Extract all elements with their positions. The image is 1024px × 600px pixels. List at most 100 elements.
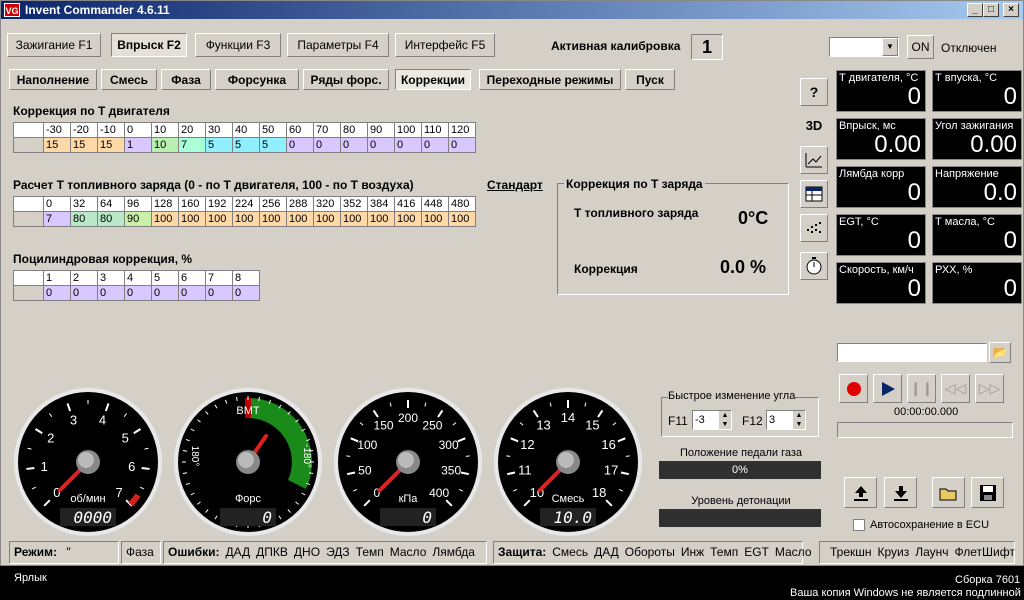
value-cell[interactable]: 100	[367, 211, 395, 227]
dots-icon[interactable]	[800, 214, 828, 242]
subtab-phase[interactable]: Фаза	[161, 69, 211, 90]
header-cell: 6	[178, 270, 206, 286]
value-cell[interactable]: 0	[313, 137, 341, 153]
chart-icon[interactable]	[800, 146, 828, 174]
fuel-charge-table[interactable]: 0 32 64 96 128 160 192 224 256 288 320 352 384 416 448…	[13, 196, 476, 227]
header-cell: 20	[178, 122, 206, 138]
stopwatch-icon[interactable]	[800, 252, 828, 280]
value-cell[interactable]: 0	[97, 285, 125, 301]
close-button[interactable]: ×	[1003, 3, 1019, 17]
spinner-arrows-icon[interactable]: ▲ ▼	[719, 411, 731, 429]
value-cell[interactable]: 80	[97, 211, 125, 227]
3d-button[interactable]: 3D	[800, 112, 828, 140]
value-cell[interactable]: 0	[70, 285, 98, 301]
value-cell[interactable]: 0	[448, 137, 476, 153]
value-cell[interactable]: 100	[340, 211, 368, 227]
record-button[interactable]	[839, 374, 868, 403]
open-folder-icon[interactable]: 📂	[989, 342, 1011, 363]
cylinder-correction-table[interactable]: 1234567800000000	[13, 270, 260, 301]
fuel-charge-title: Расчет Т топливного заряда (0 - по Т дви…	[13, 178, 414, 192]
taskbar-shortcut[interactable]: Ярлык	[14, 572, 47, 584]
value-cell[interactable]: 0	[421, 137, 449, 153]
value-cell[interactable]: 80	[70, 211, 98, 227]
value-cell[interactable]: 0	[151, 285, 179, 301]
value-cell[interactable]: 0	[286, 137, 314, 153]
log-file-input[interactable]	[837, 343, 987, 362]
maximize-button[interactable]: □	[983, 3, 999, 17]
value-cell[interactable]: 0	[43, 285, 71, 301]
value-cell[interactable]: 0	[124, 285, 152, 301]
rewind-button[interactable]: ◁◁	[941, 374, 970, 403]
value-cell[interactable]: 100	[151, 211, 179, 227]
value-cell[interactable]: 5	[259, 137, 287, 153]
status-item: Обороты	[624, 545, 675, 559]
value-cell[interactable]: 15	[43, 137, 71, 153]
subtab-start[interactable]: Пуск	[625, 69, 675, 90]
value-cell[interactable]: 100	[232, 211, 260, 227]
app-icon: VG	[4, 3, 20, 17]
value-cell[interactable]: 0	[178, 285, 206, 301]
value-cell[interactable]: 15	[70, 137, 98, 153]
f11-spinner[interactable]: -3 ▲ ▼	[692, 410, 732, 430]
download-icon[interactable]	[884, 477, 917, 508]
value-cell[interactable]: 0	[232, 285, 260, 301]
subtab-injector-rows[interactable]: Ряды форс.	[303, 69, 389, 90]
value-cell[interactable]: 5	[205, 137, 233, 153]
player-progress[interactable]	[837, 422, 1013, 438]
gauge-unit: кПа	[399, 493, 419, 505]
engine-temp-correction-table[interactable]: -30 -20 -10 0 10 20 30 40 50 60 70 80 90 100 110 120 15 1…	[13, 122, 476, 153]
chevron-down-icon[interactable]: ▼	[882, 38, 898, 56]
value-cell[interactable]: 0	[394, 137, 422, 153]
autosave-checkbox[interactable]	[853, 519, 865, 531]
value-cell[interactable]: 1	[124, 137, 152, 153]
active-calibration-value[interactable]: 1	[691, 34, 723, 60]
subtab-mixture[interactable]: Смесь	[101, 69, 157, 90]
tab-functions[interactable]: Функции F3	[195, 33, 281, 57]
open-file-icon[interactable]	[932, 477, 965, 508]
value-cell[interactable]: 100	[259, 211, 287, 227]
subtab-fill[interactable]: Наполнение	[9, 69, 97, 90]
tab-injection[interactable]: Впрыск F2	[111, 33, 187, 57]
value-cell[interactable]: 15	[97, 137, 125, 153]
value-cell[interactable]: 100	[178, 211, 206, 227]
minimize-button[interactable]: _	[967, 3, 983, 17]
value-cell[interactable]: 5	[232, 137, 260, 153]
value-cell[interactable]: 100	[313, 211, 341, 227]
value-cell[interactable]: 10	[151, 137, 179, 153]
windows-notice: Ваша копия Windows не является подлинной	[790, 587, 1021, 599]
subtab-transient[interactable]: Переходные режимы	[479, 69, 621, 90]
subtab-injector[interactable]: Форсунка	[215, 69, 299, 90]
table-icon[interactable]	[800, 180, 828, 208]
help-button[interactable]: ?	[800, 78, 828, 106]
value-cell[interactable]: 90	[124, 211, 152, 227]
subtab-corrections[interactable]: Коррекции	[395, 69, 471, 90]
sensor-tile: Угол зажигания 0.00	[932, 118, 1022, 160]
value-cell[interactable]: 7	[178, 137, 206, 153]
value-cell[interactable]: 100	[421, 211, 449, 227]
title-bar[interactable]: VG Invent Commander 4.6.11 _ □ ×	[1, 1, 1023, 19]
standard-link[interactable]: Стандарт	[487, 178, 543, 192]
save-file-icon[interactable]	[971, 477, 1004, 508]
value-cell[interactable]: 7	[43, 211, 71, 227]
pause-button[interactable]: ❙❙	[907, 374, 936, 403]
tab-ignition[interactable]: Зажигание F1	[7, 33, 101, 57]
value-cell[interactable]: 0	[340, 137, 368, 153]
value-cell[interactable]: 0	[367, 137, 395, 153]
value-cell[interactable]: 100	[448, 211, 476, 227]
tab-parameters[interactable]: Параметры F4	[287, 33, 389, 57]
value-cell[interactable]: 100	[205, 211, 233, 227]
port-select[interactable]: ▼	[829, 37, 899, 57]
header-cell: 8	[232, 270, 260, 286]
status-item: Темп	[710, 545, 739, 559]
f12-spinner[interactable]: 3 ▲ ▼	[766, 410, 806, 430]
upload-icon[interactable]	[844, 477, 877, 508]
play-button[interactable]	[873, 374, 902, 403]
tab-interface[interactable]: Интерфейс F5	[395, 33, 495, 57]
rpm-gauge: 01 2 3 4 5 67 об/мин 0000	[14, 388, 162, 536]
spinner-arrows-icon[interactable]: ▲ ▼	[793, 411, 805, 429]
value-cell[interactable]: 0	[205, 285, 233, 301]
on-button[interactable]: ON	[907, 35, 934, 59]
forward-button[interactable]: ▷▷	[975, 374, 1004, 403]
value-cell[interactable]: 100	[286, 211, 314, 227]
value-cell[interactable]: 100	[394, 211, 422, 227]
